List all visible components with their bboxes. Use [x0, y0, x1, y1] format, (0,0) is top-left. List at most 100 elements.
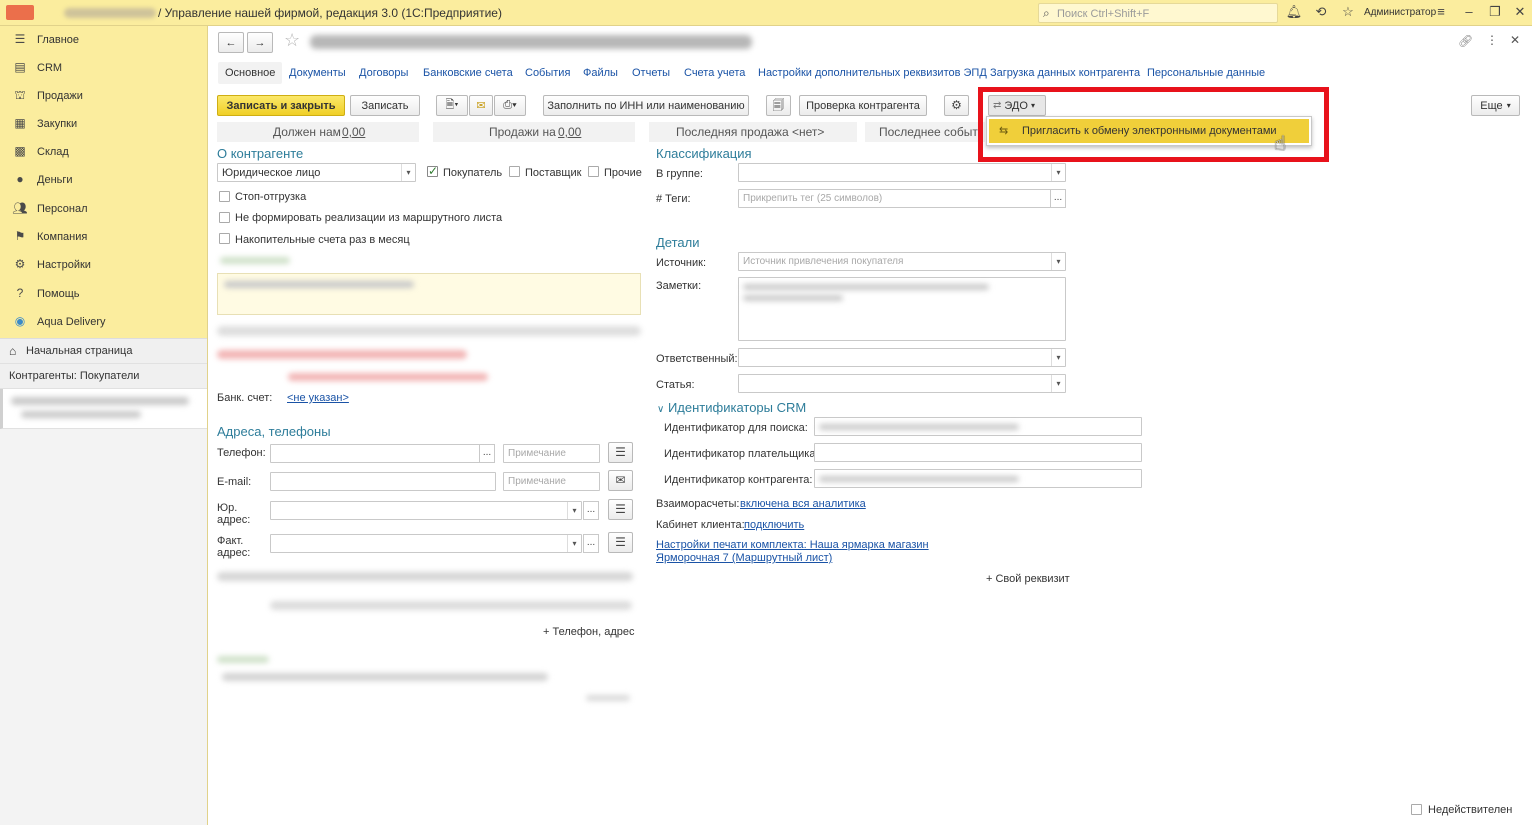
favorite-star-icon[interactable]: ☆ [284, 30, 300, 51]
sidebar-item-settings[interactable]: ⚙ Настройки [0, 251, 207, 279]
bank-account-link[interactable]: <не указан> [287, 392, 349, 404]
star-icon[interactable]: ☆ [1339, 4, 1357, 20]
sidebar-item-crm[interactable]: ▤ CRM [0, 54, 207, 82]
history-icon[interactable]: ⟲ [1312, 4, 1330, 20]
tab-epd-settings[interactable]: Настройки дополнительных реквизитов ЭПД [758, 67, 987, 79]
phone-note-input[interactable]: Примечание [503, 444, 600, 463]
email-input[interactable] [270, 472, 496, 491]
source-select[interactable]: Источник привлечения покупателя ▾ [738, 252, 1066, 271]
actual-address-input[interactable]: ▾ [270, 534, 582, 553]
legal-address-input[interactable]: ▾ [270, 501, 582, 520]
contractor-id-input[interactable] [814, 469, 1142, 488]
email-note-input[interactable]: Примечание [503, 472, 600, 491]
sidebar-item-main[interactable]: ☰ Главное [0, 26, 207, 54]
settings-button[interactable]: ⚙ [944, 95, 969, 116]
home-page-item[interactable]: ⌂ Начальная страница [0, 339, 207, 364]
close-icon[interactable]: ✕ [1511, 4, 1529, 20]
tags-select-button[interactable]: ... [1050, 189, 1066, 208]
settlements-link[interactable]: включена вся аналитика [740, 498, 866, 510]
more-vert-icon[interactable]: ⋮ [1486, 33, 1498, 47]
add-custom-attribute-link[interactable]: + Свой реквизит [986, 573, 1070, 585]
actual-address-select-button[interactable]: ... [583, 534, 599, 553]
add-phone-address-link[interactable]: + Телефон, адрес [543, 626, 635, 638]
more-button[interactable]: Еще ▾ [1471, 95, 1520, 116]
sidebar-item-sales[interactable]: ⛫ Продажи [0, 82, 207, 110]
current-window-item[interactable] [0, 389, 207, 429]
document-check-button[interactable]: 🗐 [766, 95, 791, 116]
sidebar-item-money[interactable]: ● Деньги [0, 166, 207, 194]
responsible-select[interactable]: ▾ [738, 348, 1066, 367]
sidebar: ☰ Главное ▤ CRM ⛫ Продажи ▦ Закупки ▩ Ск… [0, 26, 208, 825]
tab-main[interactable]: Основное [218, 62, 283, 84]
owed-value[interactable]: 0,00 [342, 125, 365, 139]
sidebar-item-aqua-delivery[interactable]: ◉ Aqua Delivery [0, 308, 207, 336]
blurred-content [819, 476, 1019, 482]
save-button[interactable]: Записать [350, 95, 420, 116]
sales-value[interactable]: 0,00 [558, 125, 581, 139]
actual-address-menu-button[interactable]: ☰ [608, 532, 633, 553]
create-based-button[interactable]: 🗎▾ [436, 95, 468, 116]
tab-contracts[interactable]: Договоры [359, 67, 408, 79]
print-settings-link[interactable]: Настройки печати комплекта: Наша ярмарка… [656, 539, 929, 551]
payer-id-input[interactable] [814, 443, 1142, 462]
sidebar-item-help[interactable]: ? Помощь [0, 280, 207, 308]
tab-reports[interactable]: Отчеты [632, 67, 670, 79]
inactive-checkbox[interactable] [1411, 804, 1422, 815]
forward-button[interactable]: → [247, 32, 273, 53]
cabinet-link[interactable]: подключить [744, 519, 804, 531]
phone-menu-button[interactable]: ☰ [608, 442, 633, 463]
restore-icon[interactable]: ❐ [1486, 4, 1504, 20]
mail-button[interactable]: ✉ [469, 95, 493, 116]
tab-files[interactable]: Файлы [583, 67, 618, 79]
tab-personal-data[interactable]: Персональные данные [1147, 67, 1265, 79]
legal-form-select[interactable]: Юридическое лицо ▾ [217, 163, 416, 182]
crm-section-title[interactable]: ∨ Идентификаторы CRM [657, 400, 806, 415]
link-icon[interactable]: 🔗︎ [1458, 34, 1473, 48]
tab-events[interactable]: События [525, 67, 570, 79]
sidebar-item-purchases[interactable]: ▦ Закупки [0, 110, 207, 138]
tab-accounts[interactable]: Счета учета [684, 67, 745, 79]
other-checkbox[interactable] [588, 166, 599, 177]
search-id-input[interactable] [814, 417, 1142, 436]
tags-input[interactable]: Прикрепить тег (25 символов) [738, 189, 1051, 208]
sidebar-item-label: Закупки [37, 118, 78, 130]
save-close-button[interactable]: Записать и закрыть [217, 95, 345, 116]
sidebar-item-company[interactable]: ⚑ Компания [0, 223, 207, 251]
sidebar-item-personnel[interactable]: 👥︎ Персонал [0, 195, 207, 223]
bell-icon[interactable]: 🔔︎ [1285, 4, 1303, 20]
article-select[interactable]: ▾ [738, 374, 1066, 393]
search-input[interactable]: ⌕ Поиск Ctrl+Shift+F [1038, 3, 1278, 23]
monthly-invoices-checkbox[interactable] [219, 233, 230, 244]
open-window-item[interactable]: Контрагенты: Покупатели [0, 364, 207, 389]
payer-id-label: Идентификатор плательщика: [664, 448, 819, 460]
home-page-label: Начальная страница [26, 345, 133, 357]
main-menu-icon[interactable]: ≡ [1432, 4, 1450, 19]
legal-address-menu-button[interactable]: ☰ [608, 499, 633, 520]
no-route-sales-checkbox[interactable] [219, 212, 230, 223]
blurred-content [217, 572, 633, 581]
group-select[interactable]: ▾ [738, 163, 1066, 182]
tab-load-contractor-data[interactable]: Загрузка данных контрагента [990, 67, 1140, 79]
notes-textarea[interactable] [738, 277, 1066, 341]
legal-address-select-button[interactable]: ... [583, 501, 599, 520]
email-send-button[interactable]: ✉ [608, 470, 633, 491]
buyer-checkbox[interactable] [427, 164, 438, 178]
print-button[interactable]: ⎙▾ [494, 95, 526, 116]
form-close-icon[interactable]: ✕ [1510, 33, 1520, 47]
print-settings-link-line2[interactable]: Ярморочная 7 (Маршрутный лист) [656, 552, 832, 564]
tab-documents[interactable]: Документы [289, 67, 346, 79]
blurred-comment-field[interactable] [217, 273, 641, 315]
phone-select-button[interactable]: ... [479, 444, 495, 463]
supplier-checkbox[interactable] [509, 166, 520, 177]
fill-by-inn-button[interactable]: Заполнить по ИНН или наименованию [543, 95, 749, 116]
back-button[interactable]: ← [218, 32, 244, 53]
stop-shipping-checkbox[interactable] [219, 191, 230, 202]
minimize-icon[interactable]: – [1460, 4, 1478, 19]
sidebar-item-warehouse[interactable]: ▩ Склад [0, 138, 207, 166]
check-contractor-button[interactable]: Проверка контрагента [799, 95, 927, 116]
phone-input[interactable] [270, 444, 480, 463]
tab-bank-accounts[interactable]: Банковские счета [423, 67, 513, 79]
title-bar: / Управление нашей фирмой, редакция 3.0 … [0, 0, 1532, 26]
user-name[interactable]: Администратор [1364, 7, 1436, 18]
source-label: Источник: [656, 257, 707, 269]
